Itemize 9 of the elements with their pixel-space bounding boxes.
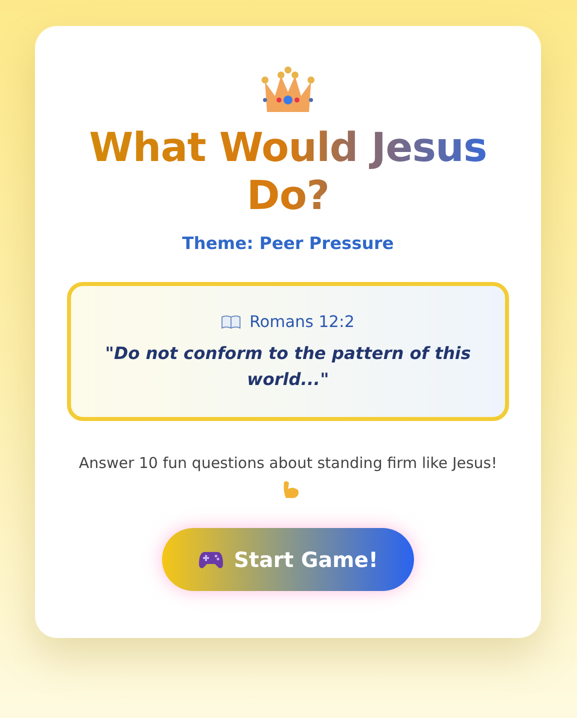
game-description: Answer 10 fun questions about standing firm like Jesus! — [78, 454, 498, 472]
verse-reference: Romans 12:2 — [249, 312, 355, 331]
verse-quote: "Do not conform to the pattern of this world..." — [104, 343, 472, 392]
start-game-button[interactable]: Start Game! — [162, 528, 414, 591]
flexed-arm-icon — [281, 480, 301, 500]
theme-label: Theme: Peer Pressure — [182, 234, 394, 254]
crown-icon — [259, 66, 317, 114]
book-icon — [221, 314, 242, 328]
gamepad-icon — [198, 550, 224, 570]
